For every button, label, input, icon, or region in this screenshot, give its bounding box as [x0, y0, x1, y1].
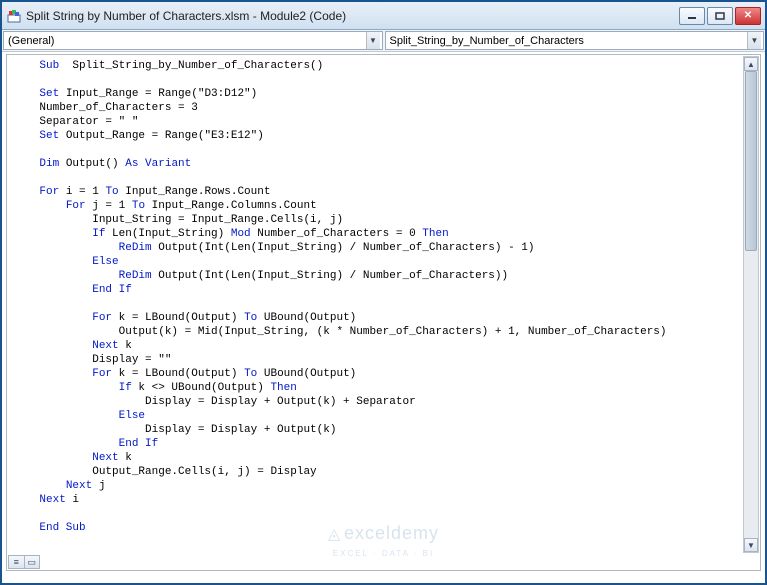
vba-module-icon — [6, 8, 22, 24]
code-pane: Sub Split_String_by_Number_of_Characters… — [6, 54, 761, 571]
object-dropdown-value: (General) — [8, 35, 54, 47]
titlebar: Split String by Number of Characters.xls… — [2, 2, 765, 30]
scroll-down-button[interactable]: ▼ — [744, 538, 758, 552]
object-dropdown[interactable]: (General) ▼ — [3, 31, 383, 50]
close-button[interactable]: ✕ — [735, 7, 761, 25]
view-mode-buttons: ≡ ▭ — [8, 555, 40, 569]
full-module-view-button[interactable]: ▭ — [25, 556, 40, 568]
procedure-dropdown-value: Split_String_by_Number_of_Characters — [390, 35, 584, 47]
vertical-scrollbar[interactable]: ▲ ▼ — [743, 56, 759, 553]
scroll-thumb[interactable] — [745, 71, 757, 251]
chevron-down-icon: ▼ — [747, 32, 761, 49]
code-editor[interactable]: Sub Split_String_by_Number_of_Characters… — [7, 55, 760, 570]
procedure-view-button[interactable]: ≡ — [9, 556, 25, 568]
procedure-dropdown[interactable]: Split_String_by_Number_of_Characters ▼ — [385, 31, 765, 50]
maximize-button[interactable] — [707, 7, 733, 25]
window-buttons: ✕ — [679, 7, 761, 25]
minimize-button[interactable] — [679, 7, 705, 25]
scroll-up-button[interactable]: ▲ — [744, 57, 758, 71]
window-title: Split String by Number of Characters.xls… — [26, 9, 679, 23]
chevron-down-icon: ▼ — [366, 32, 380, 49]
object-procedure-row: (General) ▼ Split_String_by_Number_of_Ch… — [2, 30, 765, 52]
